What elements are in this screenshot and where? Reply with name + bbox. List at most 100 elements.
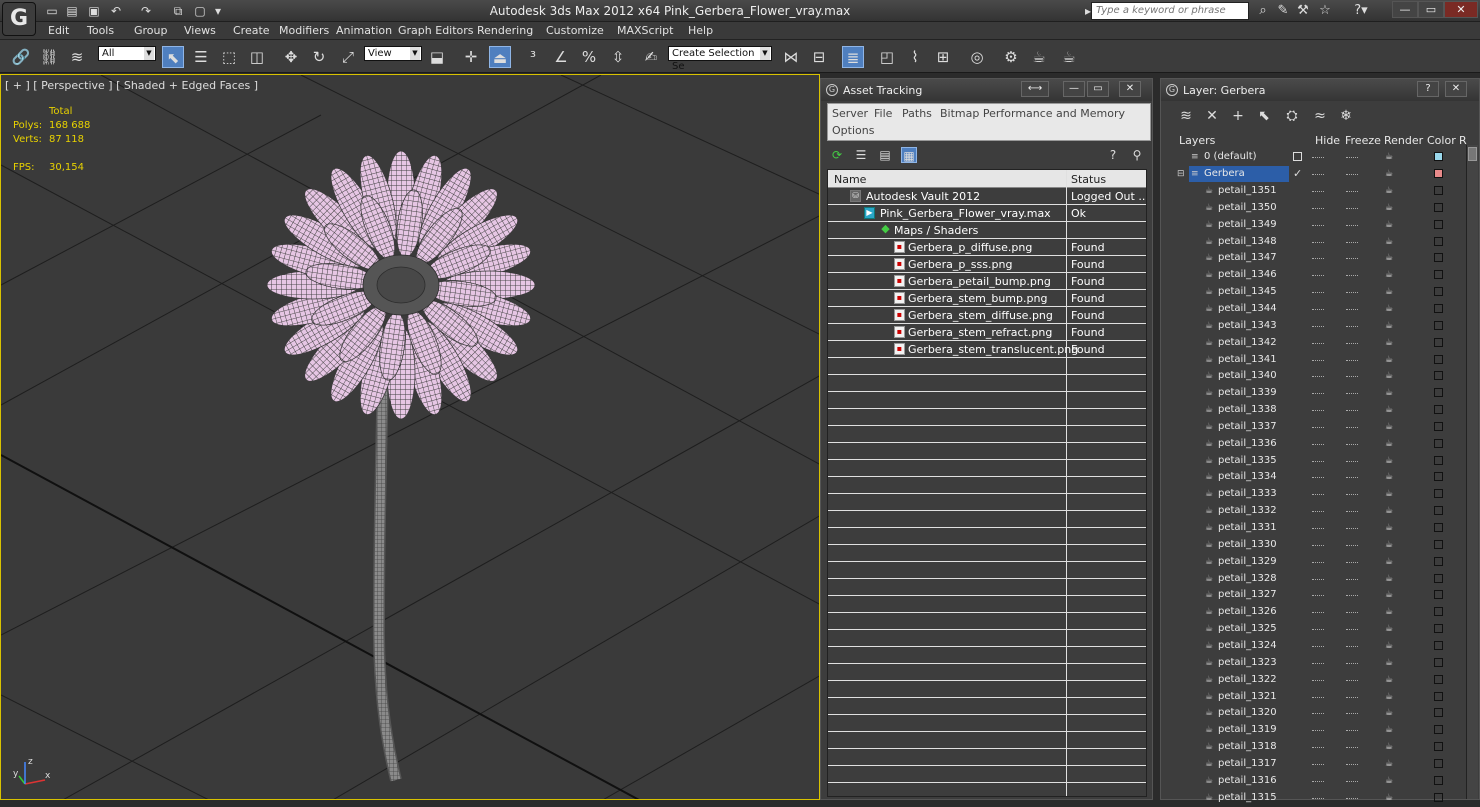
viewport-label[interactable]: [ + ] [ Perspective ] [ Shaded + Edged F… <box>5 79 258 92</box>
layer-object-row[interactable]: ☕ petail_1331 ☕ <box>1175 520 1467 537</box>
layer-object-row[interactable]: ☕ petail_1317 ☕ <box>1175 756 1467 773</box>
render-teapot-icon[interactable]: ☕ <box>1385 675 1395 685</box>
freeze-toggle[interactable] <box>1346 191 1358 193</box>
select-and-link-icon[interactable]: 🔗 <box>10 46 32 68</box>
object-color-swatch[interactable] <box>1434 270 1443 280</box>
asset-close-button[interactable]: ✕ <box>1119 81 1141 97</box>
freeze-toggle[interactable] <box>1346 410 1358 412</box>
maximize-button[interactable]: ▭ <box>1418 1 1444 18</box>
close-button[interactable]: ✕ <box>1444 1 1478 18</box>
layer-object-row[interactable]: ☕ petail_1351 ☕ <box>1175 183 1467 200</box>
object-color-swatch[interactable] <box>1434 337 1443 347</box>
hide-toggle[interactable] <box>1312 443 1324 446</box>
layer-object-row[interactable]: ☕ petail_1337 ☕ <box>1175 419 1467 436</box>
render-teapot-icon[interactable]: ☕ <box>1385 725 1395 735</box>
hide-toggle[interactable] <box>1312 797 1324 800</box>
highlight-layer-icon[interactable]: ⛭ <box>1283 107 1301 125</box>
freeze-toggle[interactable] <box>1346 544 1358 547</box>
object-color-swatch[interactable] <box>1434 405 1443 415</box>
render-teapot-icon[interactable]: ☕ <box>1385 557 1395 567</box>
render-teapot-icon[interactable]: ☕ <box>1385 607 1395 617</box>
freeze-toggle[interactable] <box>1346 629 1358 631</box>
hide-toggle[interactable] <box>1312 780 1324 783</box>
layer-object-row[interactable]: ☕ petail_1327 ☕ <box>1175 587 1467 604</box>
layer-color-swatch[interactable] <box>1434 152 1443 161</box>
render-setup-icon[interactable]: ⚙ <box>1000 46 1022 68</box>
hide-toggle[interactable] <box>1312 679 1324 682</box>
layer-object-row[interactable]: ☕ petail_1347 ☕ <box>1175 250 1467 267</box>
edit-named-selection-icon[interactable]: ✍ <box>640 46 662 68</box>
render-teapot-icon[interactable]: ☕ <box>1385 658 1395 668</box>
render-teapot-icon[interactable]: ☕ <box>1385 405 1395 415</box>
rectangular-selection-icon[interactable]: ⬚ <box>218 46 240 68</box>
freeze-toggle[interactable] <box>1346 528 1358 530</box>
perspective-viewport[interactable]: [ + ] [ Perspective ] [ Shaded + Edged F… <box>0 74 820 800</box>
hide-toggle[interactable] <box>1312 359 1324 362</box>
named-selection-sets-dropdown[interactable]: Create Selection Se ▼ <box>668 46 772 72</box>
object-color-swatch[interactable] <box>1434 624 1443 634</box>
asset-minimize-button[interactable]: — <box>1063 81 1085 97</box>
object-color-swatch[interactable] <box>1434 775 1443 785</box>
layer-close-button[interactable]: ✕ <box>1445 81 1467 97</box>
render-teapot-icon[interactable]: ☕ <box>1385 287 1395 297</box>
render-teapot-icon[interactable]: ☕ <box>1385 540 1395 550</box>
hide-toggle[interactable] <box>1312 511 1324 513</box>
layer-object-row[interactable]: ☕ petail_1343 ☕ <box>1175 318 1467 335</box>
select-layer-objects-icon[interactable]: ⬉ <box>1255 107 1273 125</box>
layer-object-row[interactable]: ☕ petail_1324 ☕ <box>1175 638 1467 655</box>
freeze-toggle[interactable] <box>1346 679 1358 682</box>
render-teapot-icon[interactable]: ☕ <box>1385 186 1395 196</box>
layer-object-row[interactable]: ☕ petail_1318 ☕ <box>1175 739 1467 756</box>
object-color-swatch[interactable] <box>1434 320 1443 330</box>
layer-object-row[interactable]: ☕ petail_1334 ☕ <box>1175 469 1467 486</box>
layer-object-row[interactable]: ☕ petail_1348 ☕ <box>1175 234 1467 251</box>
active-layer-checkmark-icon[interactable]: ✓ <box>1293 167 1302 180</box>
asset-row-bitmap[interactable]: ▪ Gerbera_stem_translucent.png Found <box>828 341 1146 358</box>
new-file-icon[interactable]: ▭ <box>44 3 60 19</box>
object-color-swatch[interactable] <box>1434 523 1443 532</box>
render-teapot-icon[interactable]: ☕ <box>1385 355 1395 365</box>
object-color-swatch[interactable] <box>1434 303 1443 313</box>
select-object-icon[interactable]: ⬉ <box>162 46 184 68</box>
menu-rendering[interactable]: Rendering <box>477 24 533 37</box>
layer-color-swatch[interactable] <box>1434 169 1443 178</box>
binoculars-icon[interactable]: ⌕ <box>1254 3 1272 19</box>
hide-toggle[interactable] <box>1312 224 1324 227</box>
object-color-swatch[interactable] <box>1434 792 1443 802</box>
unlink-icon[interactable]: ⛓ <box>38 46 60 68</box>
freeze-toggle[interactable] <box>1346 662 1358 665</box>
layer-object-row[interactable]: ☕ petail_1332 ☕ <box>1175 503 1467 520</box>
hide-toggle[interactable] <box>1312 645 1324 648</box>
layer-object-row[interactable]: ☕ petail_1329 ☕ <box>1175 554 1467 571</box>
render-teapot-icon[interactable]: ☕ <box>1385 472 1395 482</box>
mirror-icon[interactable]: ⋈ <box>780 46 802 68</box>
column-name[interactable]: Name <box>834 173 866 186</box>
rendered-frame-window-icon[interactable]: ☕ <box>1028 46 1050 68</box>
undo-icon[interactable]: ↶ <box>108 3 124 19</box>
render-teapot-icon[interactable]: ☕ <box>1385 439 1395 449</box>
render-teapot-icon[interactable]: ☕ <box>1385 641 1395 651</box>
current-layer-checkbox[interactable] <box>1293 152 1302 161</box>
layer-object-row[interactable]: ☕ petail_1338 ☕ <box>1175 402 1467 419</box>
select-manipulate-icon[interactable]: ✛ <box>460 46 482 68</box>
object-color-swatch[interactable] <box>1434 421 1443 431</box>
layer-object-row[interactable]: ☕ petail_1316 ☕ <box>1175 773 1467 790</box>
freeze-toggle[interactable] <box>1346 157 1358 159</box>
object-color-swatch[interactable] <box>1434 371 1443 381</box>
hide-toggle[interactable] <box>1312 477 1324 479</box>
hide-toggle[interactable] <box>1312 292 1324 294</box>
layer-object-row[interactable]: ☕ petail_1342 ☕ <box>1175 335 1467 352</box>
render-teapot-icon[interactable]: ☕ <box>1385 776 1395 786</box>
asset-menu-file[interactable]: File <box>874 107 892 120</box>
minimize-button[interactable]: — <box>1392 1 1418 18</box>
hide-toggle[interactable] <box>1312 730 1324 732</box>
subscription-icon[interactable]: ✎ <box>1274 3 1292 19</box>
asset-row-bitmap[interactable]: ▪ Gerbera_stem_refract.png Found <box>828 324 1146 341</box>
layer-object-row[interactable]: ☕ petail_1323 ☕ <box>1175 655 1467 672</box>
hide-toggle[interactable] <box>1312 494 1324 496</box>
list-view-icon[interactable]: ☰ <box>853 147 869 163</box>
layer-object-row[interactable]: ☕ petail_1345 ☕ <box>1175 284 1467 301</box>
freeze-toggle[interactable] <box>1346 595 1358 597</box>
object-color-swatch[interactable] <box>1434 455 1443 465</box>
layer-object-row[interactable]: ☕ petail_1344 ☕ <box>1175 301 1467 318</box>
